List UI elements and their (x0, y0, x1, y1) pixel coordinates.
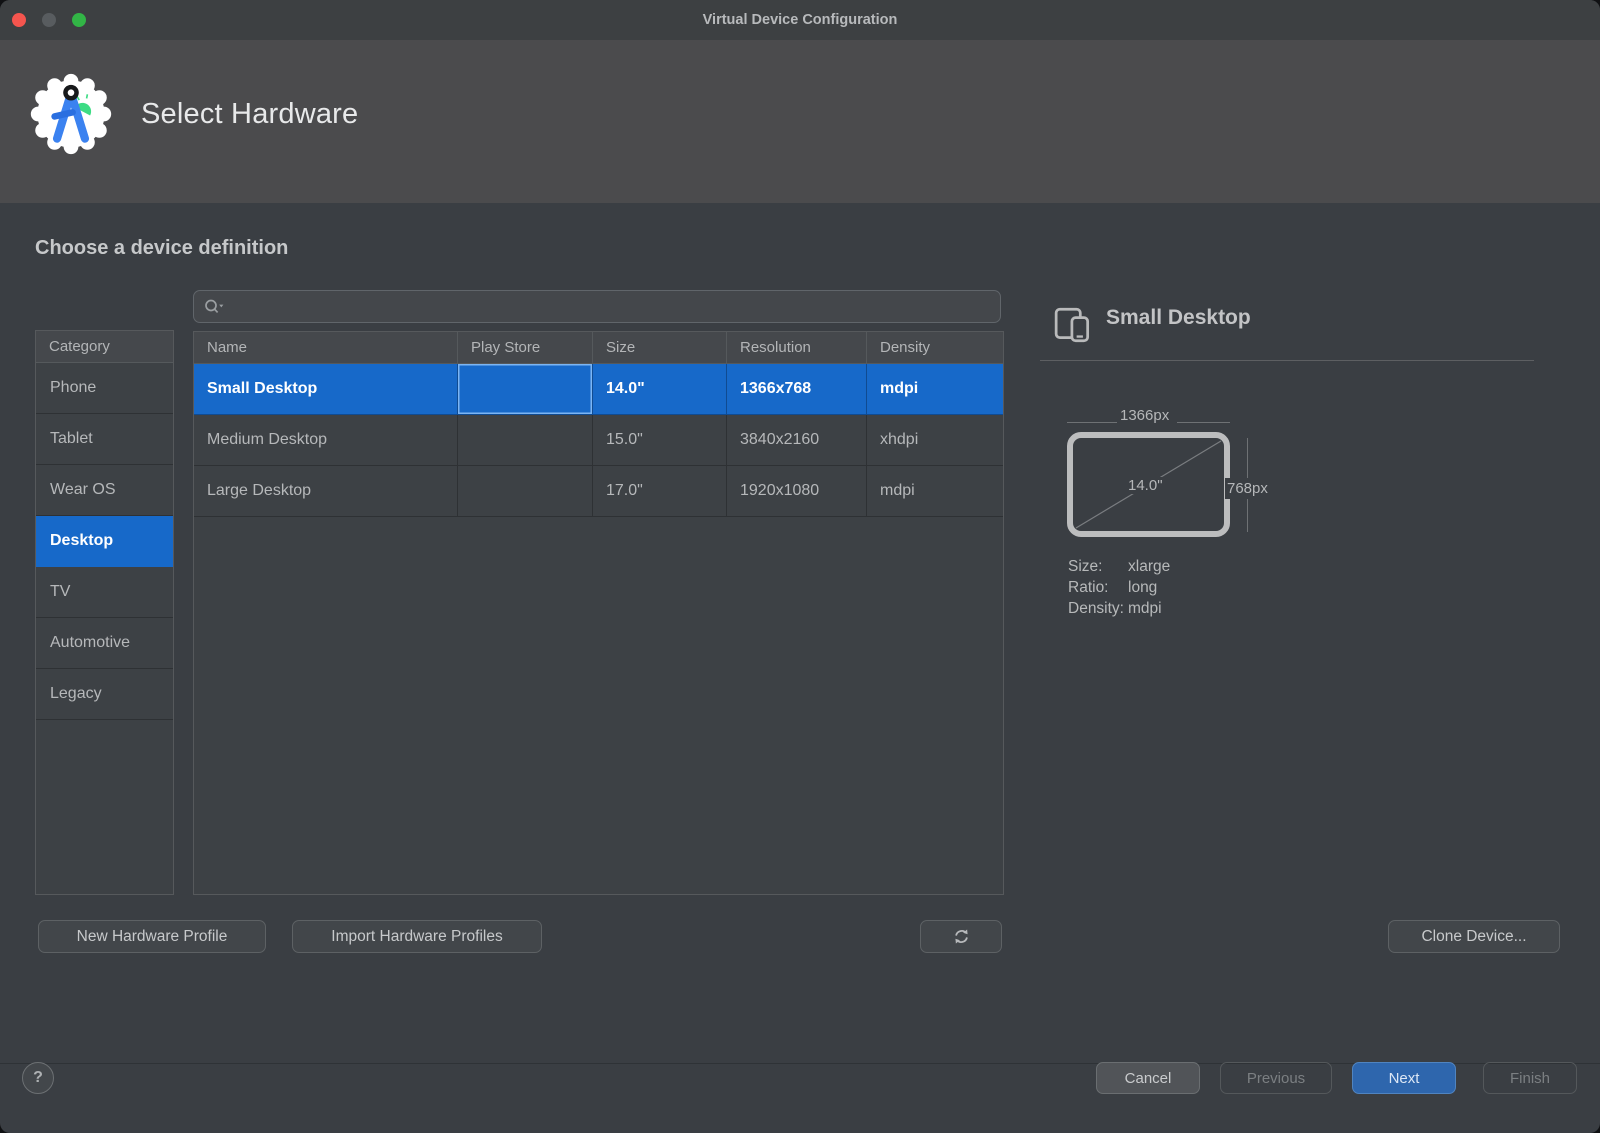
category-item-tv[interactable]: TV (36, 567, 173, 618)
category-item-automotive[interactable]: Automotive (36, 618, 173, 669)
cell-resolution[interactable]: 1366x768 (727, 364, 867, 415)
diagonal-size-label: 14.0" (1124, 477, 1167, 494)
category-header: Category (36, 331, 173, 363)
cell-density[interactable]: mdpi (867, 364, 1003, 415)
virtual-device-configuration-dialog: Virtual Device Configuration (0, 0, 1600, 1133)
refresh-icon (952, 927, 971, 946)
wizard-header: Select Hardware (0, 40, 1600, 203)
cell-resolution[interactable]: 1920x1080 (727, 466, 867, 517)
finish-button[interactable]: Finish (1483, 1062, 1577, 1094)
device-search-field[interactable] (193, 290, 1001, 323)
category-panel-filler (36, 720, 173, 894)
detail-panel-title: Small Desktop (1106, 306, 1251, 330)
cell-play-store[interactable] (458, 415, 593, 466)
table-header-row: Name Play Store Size Resolution Density (194, 332, 1003, 364)
width-dimension-label: 1366px (1120, 407, 1169, 424)
android-studio-icon (30, 73, 112, 155)
column-header-play-store[interactable]: Play Store (458, 332, 593, 364)
device-row-large-desktop[interactable]: Large Desktop 17.0" 1920x1080 mdpi (194, 466, 1003, 517)
height-dimension-label: 768px (1225, 478, 1270, 499)
cell-name[interactable]: Large Desktop (194, 466, 458, 517)
category-table: Category Phone Tablet Wear OS Desktop TV… (35, 330, 174, 895)
clone-device-button[interactable]: Clone Device... (1388, 920, 1560, 953)
cancel-button[interactable]: Cancel (1096, 1062, 1200, 1094)
search-icon[interactable] (203, 298, 225, 316)
import-hardware-profiles-button[interactable]: Import Hardware Profiles (292, 920, 542, 953)
window-title: Virtual Device Configuration (703, 12, 898, 28)
next-button[interactable]: Next (1352, 1062, 1456, 1094)
spec-density: Density: mdpi (1068, 598, 1170, 619)
zoom-button[interactable] (72, 13, 86, 27)
devices-icon (1053, 306, 1095, 344)
category-item-phone[interactable]: Phone (36, 363, 173, 414)
cell-size[interactable]: 14.0" (593, 364, 727, 415)
cell-density[interactable]: xhdpi (867, 415, 1003, 466)
cell-size[interactable]: 17.0" (593, 466, 727, 517)
column-header-resolution[interactable]: Resolution (727, 332, 867, 364)
cell-resolution[interactable]: 3840x2160 (727, 415, 867, 466)
device-specs: Size: xlarge Ratio: long Density: mdpi (1068, 556, 1170, 619)
detail-divider (1040, 360, 1534, 361)
category-item-wear-os[interactable]: Wear OS (36, 465, 173, 516)
new-hardware-profile-button[interactable]: New Hardware Profile (38, 920, 266, 953)
category-item-desktop[interactable]: Desktop (36, 516, 173, 567)
category-item-legacy[interactable]: Legacy (36, 669, 173, 720)
spec-ratio: Ratio: long (1068, 577, 1170, 598)
width-dimension-line-left (1067, 422, 1117, 423)
device-row-small-desktop[interactable]: Small Desktop 14.0" 1366x768 mdpi (194, 364, 1003, 415)
cell-name[interactable]: Medium Desktop (194, 415, 458, 466)
previous-button[interactable]: Previous (1220, 1062, 1332, 1094)
search-input[interactable] (227, 298, 991, 315)
section-heading: Choose a device definition (35, 237, 288, 260)
device-definition-table: Name Play Store Size Resolution Density … (193, 331, 1004, 895)
spec-ratio-value: long (1128, 577, 1157, 598)
category-item-tablet[interactable]: Tablet (36, 414, 173, 465)
spec-density-value: mdpi (1128, 598, 1162, 619)
width-dimension-line-right (1177, 422, 1230, 423)
cell-name[interactable]: Small Desktop (194, 364, 458, 415)
cell-play-store[interactable] (458, 364, 593, 415)
spec-size-value: xlarge (1128, 556, 1170, 577)
table-empty-area (194, 517, 1003, 894)
refresh-button[interactable] (920, 920, 1002, 953)
cell-density[interactable]: mdpi (867, 466, 1003, 517)
column-header-name[interactable]: Name (194, 332, 458, 364)
spec-size: Size: xlarge (1068, 556, 1170, 577)
column-header-density[interactable]: Density (867, 332, 1003, 364)
close-button[interactable] (12, 13, 26, 27)
help-button[interactable]: ? (22, 1062, 54, 1094)
page-title: Select Hardware (141, 98, 358, 131)
cell-size[interactable]: 15.0" (593, 415, 727, 466)
cell-play-store[interactable] (458, 466, 593, 517)
device-row-medium-desktop[interactable]: Medium Desktop 15.0" 3840x2160 xhdpi (194, 415, 1003, 466)
column-header-size[interactable]: Size (593, 332, 727, 364)
titlebar: Virtual Device Configuration (0, 0, 1600, 40)
minimize-button[interactable] (42, 13, 56, 27)
